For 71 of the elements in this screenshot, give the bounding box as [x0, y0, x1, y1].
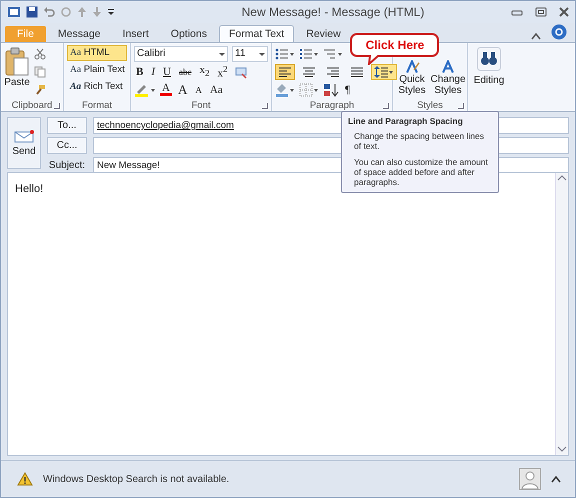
warning-icon	[17, 472, 33, 486]
align-button[interactable]	[275, 64, 295, 80]
group-label: Format	[82, 100, 112, 110]
editing-button[interactable]: Editing	[471, 47, 507, 86]
line-spacing-button[interactable]	[371, 64, 397, 80]
save-icon[interactable]	[26, 6, 38, 18]
undo-icon[interactable]	[43, 6, 55, 18]
font-size-field[interactable]: 11	[232, 46, 268, 62]
scrollbar[interactable]	[555, 173, 568, 455]
window-title: New Message! - Message (HTML)	[240, 5, 426, 19]
to-button[interactable]: To...	[47, 117, 87, 134]
callout-bubble: Click Here	[350, 33, 440, 65]
tooltip-title: Line and Paragraph Spacing	[348, 116, 464, 126]
format-option[interactable]: Aa Rich Text	[67, 79, 127, 95]
sort-icon[interactable]	[323, 82, 339, 96]
status-text: Windows Desktop Search is not available.	[43, 474, 230, 484]
collapse-ribbon-icon[interactable]	[531, 32, 541, 40]
align-icon	[303, 66, 315, 76]
font-style-button[interactable]: I	[149, 66, 158, 78]
align-icon	[279, 66, 291, 76]
numbering-icon[interactable]	[299, 46, 319, 60]
format-option[interactable]: Aa HTML	[67, 45, 127, 61]
align-icon	[351, 66, 363, 76]
brush-icon[interactable]	[34, 84, 46, 96]
font-style-button[interactable]: abc	[176, 66, 194, 76]
change-case-button[interactable]: Aa	[208, 84, 225, 96]
font-style-button[interactable]: U	[161, 66, 173, 78]
bullets-icon[interactable]	[275, 46, 295, 60]
ribbon-tab[interactable]: Format Text	[218, 25, 294, 42]
dialog-launcher-icon[interactable]	[458, 103, 464, 109]
group-label: Paragraph	[310, 100, 354, 110]
ribbon-tab[interactable]: Review	[296, 25, 351, 42]
customize-icon[interactable]	[107, 6, 115, 18]
font-style-button[interactable]: B	[134, 66, 146, 78]
format-option[interactable]: Aa Plain Text	[67, 62, 127, 78]
multilevel-list-icon[interactable]	[323, 46, 343, 60]
cc-button[interactable]: Cc...	[47, 137, 87, 154]
subject-label: Subject:	[48, 159, 86, 173]
font-style-button[interactable]: x$_{2}$	[197, 64, 212, 79]
font-name-field[interactable]: Calibri	[134, 46, 228, 62]
group-label: Styles	[417, 100, 443, 110]
highlighter-icon[interactable]	[134, 82, 156, 96]
paste-button[interactable]: Paste	[4, 45, 30, 99]
ribbon-tab[interactable]: Options	[160, 25, 217, 42]
font-color-button[interactable]: A	[160, 83, 172, 96]
send-button[interactable]: Send	[7, 117, 41, 169]
group-label: Clipboard	[12, 100, 52, 110]
message-text: Hello!	[15, 183, 44, 195]
dialog-launcher-icon[interactable]	[383, 103, 389, 109]
group-label: Font	[191, 100, 210, 110]
help-icon[interactable]	[551, 24, 567, 40]
close-icon[interactable]	[559, 7, 569, 17]
person-icon	[519, 468, 541, 490]
ribbon-tab[interactable]: Insert	[112, 25, 159, 42]
restore-icon[interactable]	[535, 7, 547, 17]
align-icon	[327, 66, 339, 76]
envelope-icon	[14, 130, 34, 144]
clipboard-icon	[4, 47, 30, 77]
copy-icon[interactable]	[34, 66, 46, 78]
tooltip-text: Change the spacing between lines of text.	[354, 131, 485, 151]
grow-font-button[interactable]: A	[176, 82, 190, 98]
line-spacing-icon	[374, 66, 394, 78]
dialog-launcher-icon[interactable]	[54, 103, 60, 109]
ribbon-tab[interactable]: Message	[48, 25, 111, 42]
scissors-icon[interactable]	[34, 48, 46, 60]
shrink-font-button[interactable]: A	[193, 84, 204, 94]
font-style-button[interactable]: x$^{2}$	[216, 64, 230, 80]
clear-format-icon[interactable]	[234, 64, 248, 78]
expand-icon[interactable]	[551, 475, 561, 483]
dialog-launcher-icon[interactable]	[262, 103, 268, 109]
show-marks-button[interactable]: ¶	[343, 84, 352, 96]
